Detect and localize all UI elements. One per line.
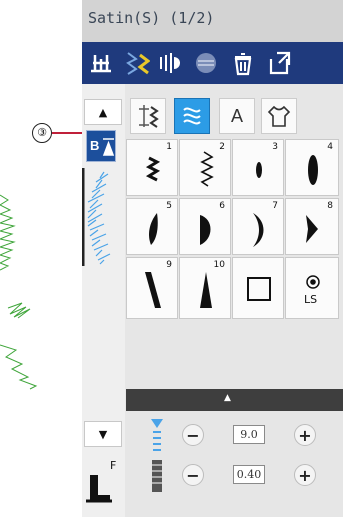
- pattern-2[interactable]: 2: [179, 139, 231, 196]
- pattern-5[interactable]: 5: [126, 198, 178, 255]
- locking-stitch-icon: [306, 275, 320, 289]
- bartack-button[interactable]: B: [86, 130, 116, 162]
- density-decrease-button[interactable]: −: [182, 464, 204, 486]
- stitch-density-control: − 0.40 +: [126, 458, 343, 492]
- density-icon: [152, 460, 162, 492]
- settings-toggle-bar[interactable]: ▲: [126, 389, 343, 411]
- hidden-icon: [195, 53, 216, 73]
- square-icon: [247, 277, 271, 301]
- teardrop-icon: [149, 213, 158, 245]
- chevron-icon: [306, 215, 318, 243]
- bartack-icon: B: [90, 138, 115, 156]
- satin-stitch-preview: [82, 168, 111, 266]
- pattern-8[interactable]: 8: [285, 198, 339, 255]
- width-icon: [151, 419, 163, 451]
- tab-satin-stitches[interactable]: [174, 98, 210, 134]
- arrow-up-icon: ▲: [224, 393, 231, 403]
- embroidery-preview: [0, 194, 38, 390]
- disabled-button[interactable]: [189, 46, 222, 80]
- satin-zigzag-icon: [145, 156, 161, 182]
- delete-button[interactable]: [226, 46, 259, 80]
- presser-foot-position-icon: [90, 55, 111, 73]
- stitch-mirror-vertical-icon: [125, 52, 150, 75]
- density-value: 0.40: [233, 465, 265, 484]
- large-oval-icon: [308, 155, 318, 185]
- pattern-10[interactable]: 10: [179, 257, 231, 319]
- mirror-horizontal-icon: [159, 53, 180, 73]
- tab-applique[interactable]: [261, 98, 297, 134]
- stitch-width-control: − 9.0 +: [126, 418, 343, 452]
- arrow-up-icon: ▲: [98, 105, 108, 119]
- screen-title: Satin(S) (1/2): [88, 9, 215, 27]
- scroll-up-button[interactable]: ▲: [84, 99, 122, 125]
- crescent-icon: [253, 213, 264, 247]
- small-oval-icon: [256, 162, 262, 178]
- mirror-horizontal-button[interactable]: [154, 46, 187, 80]
- pattern-7[interactable]: 7: [232, 198, 284, 255]
- pattern-square[interactable]: [232, 257, 284, 319]
- machine-screen: Satin(S) (1/2) ▲ B ▼ F A 1 2 3 4 5 6 7 8…: [82, 0, 343, 517]
- presser-foot-indicator: F: [84, 457, 124, 513]
- arrow-down-icon: ▼: [98, 427, 108, 441]
- pattern-6[interactable]: 6: [179, 198, 231, 255]
- pattern-4[interactable]: 4: [285, 139, 339, 196]
- svg-text:B: B: [90, 138, 99, 153]
- toolbar: [82, 42, 343, 84]
- title-bar: Satin(S) (1/2): [82, 0, 343, 42]
- zigzag-icon: [200, 151, 214, 187]
- width-increase-button[interactable]: +: [294, 424, 316, 446]
- tab-alphabet[interactable]: A: [219, 98, 255, 134]
- pattern-3[interactable]: 3: [232, 139, 284, 196]
- presser-foot-icon: [86, 475, 112, 503]
- width-decrease-button[interactable]: −: [182, 424, 204, 446]
- tab-utility-stitches[interactable]: [130, 98, 166, 134]
- tab-alphabet-label: A: [230, 105, 243, 126]
- locking-stitch-label: LS: [304, 293, 318, 306]
- stitch-mirror-vertical-button[interactable]: [119, 46, 152, 80]
- presser-foot-letter: F: [110, 459, 117, 472]
- stitch-group-icon: [139, 105, 159, 128]
- callout-number: ③: [32, 123, 52, 143]
- scroll-down-button[interactable]: ▼: [84, 421, 122, 447]
- presser-foot-position-button[interactable]: [84, 46, 117, 80]
- pattern-preview-column: ▲ B ▼ F: [82, 84, 125, 517]
- satin-pattern-icon: [183, 107, 201, 125]
- return-icon: [269, 51, 290, 75]
- pattern-ls[interactable]: LS: [285, 257, 339, 319]
- half-moon-icon: [200, 215, 211, 245]
- triangle-icon: [200, 272, 212, 308]
- return-button[interactable]: [262, 46, 295, 80]
- pattern-9[interactable]: 9: [126, 257, 178, 319]
- slant-bar-icon: [145, 272, 161, 308]
- density-increase-button[interactable]: +: [294, 464, 316, 486]
- delete-icon: [234, 53, 251, 76]
- pattern-1[interactable]: 1: [126, 139, 178, 196]
- width-value: 9.0: [233, 425, 265, 444]
- shirt-icon: [267, 105, 291, 127]
